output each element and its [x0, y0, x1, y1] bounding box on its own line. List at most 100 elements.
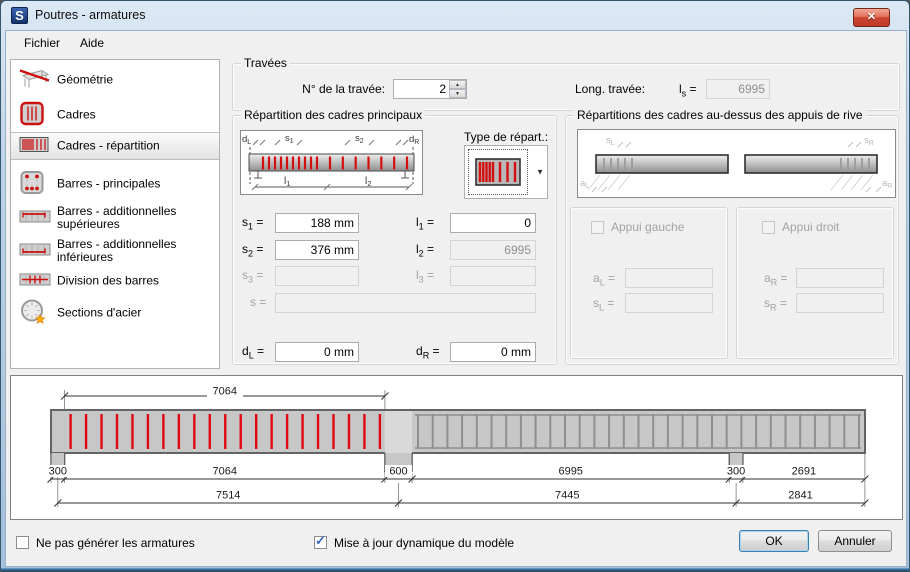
dl-label: dL = — [242, 344, 265, 361]
window-title: Poutres - armatures — [35, 8, 146, 22]
app-logo-icon: S — [11, 7, 28, 24]
cancel-button[interactable]: Annuler — [818, 530, 892, 552]
sidebar-item-barres-principales[interactable]: Barres - principales — [11, 167, 219, 201]
sidebar-item-label: Division des barres — [57, 273, 160, 288]
s2-label: s2 = — [242, 242, 264, 259]
chevron-down-icon[interactable]: ▼ — [536, 168, 544, 177]
window-frame-bottom — [1, 568, 909, 571]
l2-label: l2 = — [416, 242, 435, 259]
svg-text:dR: dR — [409, 134, 419, 146]
distribution-type-dropdown[interactable]: ▼ — [464, 145, 548, 199]
s2-input[interactable] — [275, 240, 359, 260]
span-number-stepper[interactable]: ▲ ▼ — [393, 79, 467, 99]
sidebar-item-sections-acier[interactable]: Sections d'acier — [11, 294, 219, 332]
svg-text:600: 600 — [389, 466, 407, 478]
s1-input[interactable] — [275, 213, 359, 233]
beam-overview-panel: 7064 300 7064 600 6995 300 2691 7514 744… — [10, 375, 903, 520]
sidebar-item-division-des-barres[interactable]: Division des barres — [11, 268, 219, 294]
ar-field — [796, 268, 884, 288]
sidebar-item-label: Barres - principales — [57, 176, 161, 191]
edge-support-distribution-group: Répartitions des cadres au-dessus des ap… — [565, 108, 899, 365]
dialog-window: S Poutres - armatures ✕ Fichier Aide Géo… — [0, 0, 910, 572]
l1-label: l1 = — [416, 215, 435, 232]
sidebar-item-label: Barres - additionnelles supérieures — [57, 203, 177, 231]
sidebar-item-barres-add-superieures[interactable]: Barres - additionnelles supérieures — [11, 201, 219, 234]
svg-text:sR: sR — [864, 135, 874, 147]
span-number-label: N° de la travée: — [302, 82, 385, 96]
spinner-buttons: ▲ ▼ — [449, 80, 466, 98]
svg-text:sL: sL — [606, 135, 615, 147]
sr-field — [796, 293, 884, 313]
svg-text:7445: 7445 — [555, 490, 579, 502]
check-icon: ✓ — [315, 533, 326, 548]
s1-label: s1 = — [242, 215, 264, 232]
l3-label: l3 = — [416, 268, 435, 285]
dynamic-update-checkbox[interactable]: ✓ — [314, 533, 327, 549]
svg-text:7064: 7064 — [213, 466, 237, 478]
steel-sections-icon — [19, 298, 47, 329]
travees-group: Travées N° de la travée: ▲ ▼ Long. travé… — [232, 56, 900, 111]
svg-text:aR: aR — [882, 178, 892, 190]
no-generate-checkbox[interactable] — [16, 536, 29, 549]
menu-aide[interactable]: Aide — [70, 31, 114, 56]
dialog-client-area: Fichier Aide Géométrie Cadres Cadres - r… — [5, 30, 907, 567]
sidebar-item-cadres-repartition[interactable]: Cadres - répartition — [11, 132, 219, 160]
sl-field — [625, 293, 713, 313]
svg-text:2691: 2691 — [792, 466, 816, 478]
appui-gauche-group: Appui gauche aL = sL = — [570, 207, 728, 359]
span-length-label: Long. travée: — [575, 82, 646, 96]
distribution-type-selected-icon — [468, 149, 528, 195]
stirrups-icon — [19, 99, 45, 130]
sidebar-item-cadres[interactable]: Cadres — [11, 97, 219, 132]
menubar: Fichier Aide — [6, 31, 906, 56]
al-field — [625, 268, 713, 288]
bar-division-icon — [19, 272, 51, 291]
edge-support-diagram: sL aL sR aR — [577, 129, 896, 198]
sidebar: Géométrie Cadres Cadres - répartition Ba… — [10, 59, 220, 369]
appui-droit-checkbox — [762, 221, 775, 234]
span-length-field — [706, 79, 770, 99]
stirrup-distribution-icon — [19, 136, 49, 157]
sidebar-item-label: Barres - additionnelles inférieures — [57, 236, 177, 264]
sidebar-item-label: Cadres - répartition — [57, 138, 160, 153]
sl-label: sL = — [593, 296, 615, 313]
svg-text:300: 300 — [49, 466, 67, 478]
sidebar-item-label: Géométrie — [57, 72, 114, 87]
main-distribution-diagram: dL s1 s2 dR l1 l2 — [240, 130, 423, 195]
svg-text:7064: 7064 — [213, 386, 237, 398]
sr-label: sR = — [764, 296, 787, 313]
menu-fichier[interactable]: Fichier — [14, 31, 70, 56]
svg-text:s2: s2 — [355, 133, 364, 145]
main-bars-icon — [19, 169, 45, 200]
svg-text:l2: l2 — [365, 176, 371, 188]
titlebar[interactable]: S Poutres - armatures ✕ — [1, 1, 909, 30]
al-label: aL = — [593, 271, 616, 288]
ok-button[interactable]: OK — [739, 530, 809, 552]
s3-field — [275, 266, 359, 286]
beam-overview-diagram: 7064 300 7064 600 6995 300 2691 7514 744… — [46, 385, 869, 507]
spinner-down-icon[interactable]: ▼ — [449, 89, 466, 98]
geometry-icon — [19, 66, 51, 95]
distribution-type-label: Type de répart.: — [464, 130, 549, 144]
sidebar-item-geometrie[interactable]: Géométrie — [11, 63, 219, 97]
close-button[interactable]: ✕ — [853, 8, 890, 27]
dl-input[interactable] — [275, 342, 359, 362]
l1-input[interactable] — [450, 213, 536, 233]
travees-group-title: Travées — [241, 56, 290, 70]
dr-input[interactable] — [450, 342, 536, 362]
sidebar-item-label: Sections d'acier — [57, 305, 142, 320]
no-generate-label: Ne pas générer les armatures — [36, 536, 195, 550]
dr-label: dR = — [416, 344, 440, 361]
ar-label: aR = — [764, 271, 788, 288]
s3-label: s3 = — [242, 268, 264, 285]
svg-text:l1: l1 — [284, 176, 290, 188]
svg-text:dL: dL — [242, 134, 251, 146]
span-length-symbol: ls = — [679, 82, 697, 99]
span-number-input[interactable] — [394, 80, 449, 98]
sidebar-item-barres-add-inferieures[interactable]: Barres - additionnelles inférieures — [11, 234, 219, 267]
spinner-up-icon[interactable]: ▲ — [449, 80, 466, 89]
main-distribution-group: Répartition des cadres principaux dL s1 … — [232, 108, 557, 365]
svg-text:7514: 7514 — [216, 490, 240, 502]
l2-field — [450, 240, 536, 260]
s-field — [275, 293, 536, 313]
